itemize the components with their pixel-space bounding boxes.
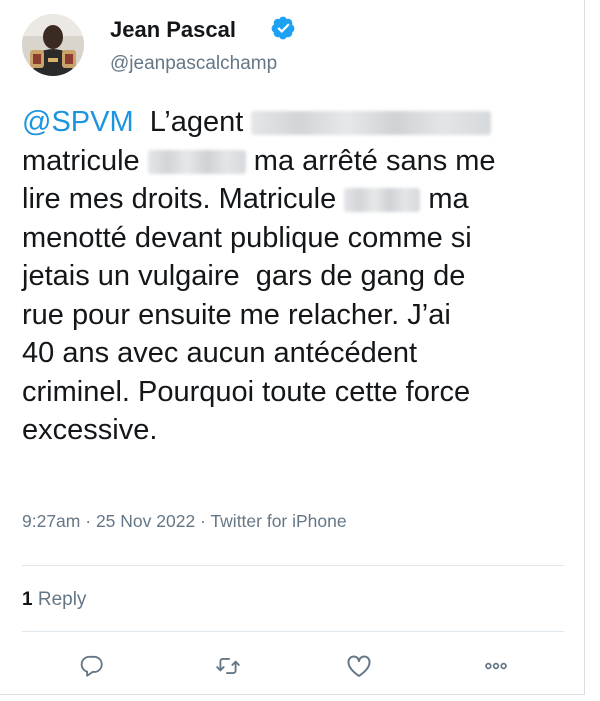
tweet-line: rue pour ensuite me relacher. J’ai <box>22 298 451 331</box>
redacted-name <box>251 111 492 136</box>
tweet-date[interactable]: 25 Nov 2022 <box>96 511 195 531</box>
tweet-card: Jean Pascal @jeanpascalchamp @SPVM L’age… <box>0 0 585 695</box>
retweet-icon <box>216 658 240 674</box>
reply-button[interactable] <box>76 650 108 682</box>
more-icon <box>485 662 507 670</box>
tweet-meta: 9:27am · 25 Nov 2022 · Twitter for iPhon… <box>22 511 347 532</box>
redacted-badge-number <box>147 149 246 174</box>
display-name[interactable]: Jean Pascal <box>110 17 236 43</box>
redacted-badge-number <box>344 188 421 213</box>
reply-label: Reply <box>32 589 87 610</box>
user-handle[interactable]: @jeanpascalchamp <box>110 53 277 75</box>
divider <box>22 631 564 632</box>
tweet-text: @SPVM L’agent matricule ma arrêté sans m… <box>22 103 570 450</box>
tweet-text-segment: ma <box>428 183 469 215</box>
reply-count-link[interactable]: 1 Reply <box>22 589 86 611</box>
tweet-line: excessive. <box>22 414 158 446</box>
retweet-button[interactable] <box>212 650 244 682</box>
tweet-text-segment: lire mes droits. Matricule <box>22 183 337 215</box>
reply-icon <box>80 655 103 677</box>
like-icon <box>347 655 371 677</box>
tweet-source[interactable]: Twitter for iPhone <box>210 511 346 531</box>
like-button[interactable] <box>343 650 375 682</box>
tweet-time[interactable]: 9:27am <box>22 511 80 531</box>
verified-badge-icon <box>271 16 295 40</box>
tweet-text-segment: ma arrêté sans me <box>253 144 496 177</box>
avatar-photo <box>22 14 84 76</box>
tweet-line: menotté devant publique comme si <box>22 221 472 254</box>
tweet-line: criminel. Pourquoi toute cette force <box>22 375 471 408</box>
tweet-line: @SPVM L’agent <box>22 103 570 142</box>
tweet-line: 40 ans avec aucun antécédent <box>22 337 418 369</box>
tweet-text-segment: L’agent <box>149 106 244 138</box>
divider <box>22 565 564 566</box>
meta-separator: · <box>195 511 211 531</box>
tweet-line: jetais un vulgaire gars de gang de <box>22 260 466 292</box>
reply-count: 1 <box>22 589 33 610</box>
more-button[interactable] <box>480 650 512 682</box>
tweet-text-segment: matricule <box>22 144 140 177</box>
meta-separator: · <box>80 511 96 531</box>
tweet-line: lire mes droits. Matricule ma <box>22 180 570 219</box>
tweet-line: matricule ma arrêté sans me <box>22 142 570 181</box>
avatar[interactable] <box>22 14 84 76</box>
mention-link[interactable]: @SPVM <box>22 106 134 138</box>
